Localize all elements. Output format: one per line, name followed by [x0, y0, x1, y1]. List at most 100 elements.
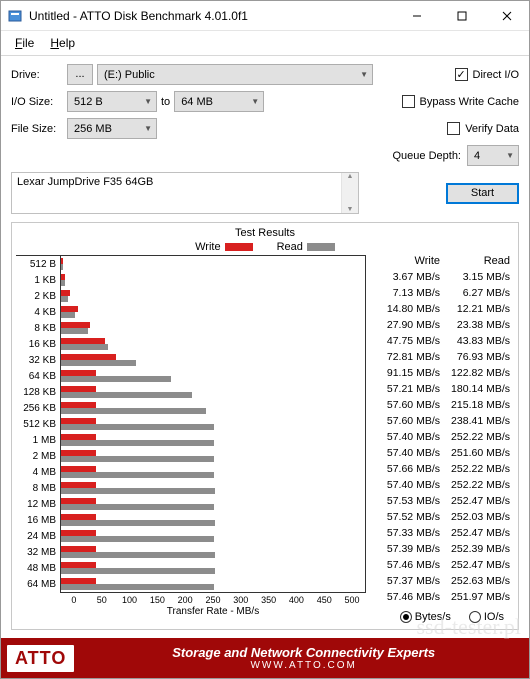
value-row: 57.60 MB/s215.18 MB/s — [366, 397, 514, 413]
write-value: 72.81 MB/s — [370, 351, 440, 363]
description-scrollbar[interactable]: ▲▼ — [341, 173, 358, 213]
verify-data-checkbox[interactable] — [447, 122, 460, 135]
chevron-down-icon: ▼ — [506, 151, 514, 160]
write-value: 57.21 MB/s — [370, 383, 440, 395]
y-label: 1 KB — [16, 275, 60, 286]
label-io-size: I/O Size: — [11, 96, 67, 108]
start-button[interactable]: Start — [446, 183, 519, 204]
value-row: 57.60 MB/s238.41 MB/s — [366, 413, 514, 429]
read-value: 252.47 MB/s — [440, 495, 510, 507]
file-size-value: 256 MB — [74, 123, 112, 135]
row-description: Lexar JumpDrive F35 64GB ▲▼ Start — [11, 172, 519, 214]
atto-logo: ATTO — [7, 645, 74, 672]
footer-text: Storage and Network Connectivity Experts… — [84, 645, 523, 671]
results-panel: Test Results Write Read 512 B1 KB2 KB4 K… — [11, 222, 519, 630]
chart-row: 4 MB — [16, 464, 365, 480]
header-read: Read — [440, 255, 510, 267]
y-label: 64 KB — [16, 371, 60, 382]
value-row: 27.90 MB/s23.38 MB/s — [366, 317, 514, 333]
values-rows: 3.67 MB/s3.15 MB/s7.13 MB/s6.27 MB/s14.8… — [366, 269, 514, 605]
queue-depth-select[interactable]: 4 ▼ — [467, 145, 519, 166]
minimize-button[interactable] — [394, 1, 439, 30]
chart-row: 16 KB — [16, 336, 365, 352]
y-label: 256 KB — [16, 403, 60, 414]
read-bar — [61, 312, 75, 318]
menubar: File Help — [1, 31, 529, 56]
value-row: 7.13 MB/s6.27 MB/s — [366, 285, 514, 301]
file-size-select[interactable]: 256 MB ▼ — [67, 118, 157, 139]
value-row: 57.66 MB/s252.22 MB/s — [366, 461, 514, 477]
chart-row: 512 B — [16, 256, 365, 272]
y-label: 4 KB — [16, 307, 60, 318]
drive-browse-button[interactable]: ... — [67, 64, 93, 85]
x-tick: 0 — [60, 593, 88, 605]
read-value: 252.22 MB/s — [440, 463, 510, 475]
content-area: Drive: ... (E:) Public ▼ Direct I/O I/O … — [1, 56, 529, 634]
io-min-value: 512 B — [74, 96, 103, 108]
x-tick: 450 — [310, 593, 338, 605]
bars — [60, 272, 365, 288]
value-row: 57.39 MB/s252.39 MB/s — [366, 541, 514, 557]
menu-help[interactable]: Help — [42, 33, 83, 53]
bars — [60, 384, 365, 400]
label-direct-io: Direct I/O — [473, 69, 519, 81]
value-row: 57.46 MB/s252.47 MB/s — [366, 557, 514, 573]
y-label: 24 MB — [16, 531, 60, 542]
read-bar — [61, 424, 214, 430]
read-value: 12.21 MB/s — [440, 303, 510, 315]
footer: ATTO Storage and Network Connectivity Ex… — [1, 638, 529, 678]
maximize-button[interactable] — [439, 1, 484, 30]
write-value: 3.67 MB/s — [370, 271, 440, 283]
description-box[interactable]: Lexar JumpDrive F35 64GB ▲▼ — [11, 172, 359, 214]
chart-row: 32 MB — [16, 544, 365, 560]
chart-x-label: Transfer Rate - MB/s — [60, 606, 366, 617]
row-file-size: File Size: 256 MB ▼ Verify Data — [11, 118, 519, 139]
y-label: 128 KB — [16, 387, 60, 398]
queue-depth-value: 4 — [474, 150, 480, 162]
close-button[interactable] — [484, 1, 529, 30]
y-label: 8 KB — [16, 323, 60, 334]
io-max-select[interactable]: 64 MB ▼ — [174, 91, 264, 112]
read-value: 251.60 MB/s — [440, 447, 510, 459]
bars — [60, 512, 365, 528]
read-bar — [61, 344, 108, 350]
read-bar — [61, 280, 65, 286]
y-label: 2 KB — [16, 291, 60, 302]
radio-ios[interactable]: IO/s — [469, 611, 504, 623]
write-value: 27.90 MB/s — [370, 319, 440, 331]
write-value: 57.60 MB/s — [370, 415, 440, 427]
write-value: 57.40 MB/s — [370, 447, 440, 459]
read-value: 251.97 MB/s — [440, 591, 510, 603]
value-row: 57.40 MB/s252.22 MB/s — [366, 477, 514, 493]
drive-select[interactable]: (E:) Public ▼ — [97, 64, 373, 85]
y-label: 16 KB — [16, 339, 60, 350]
row-drive: Drive: ... (E:) Public ▼ Direct I/O — [11, 64, 519, 85]
label-drive: Drive: — [11, 69, 67, 81]
write-value: 57.39 MB/s — [370, 543, 440, 555]
io-min-select[interactable]: 512 B ▼ — [67, 91, 157, 112]
read-bar — [61, 472, 214, 478]
read-value: 252.22 MB/s — [440, 431, 510, 443]
chart-row: 8 MB — [16, 480, 365, 496]
read-bar — [61, 328, 88, 334]
radio-bytes[interactable]: Bytes/s — [400, 611, 451, 623]
io-max-value: 64 MB — [181, 96, 213, 108]
results-body: 512 B1 KB2 KB4 KB8 KB16 KB32 KB64 KB128 … — [16, 255, 514, 623]
read-value: 252.03 MB/s — [440, 511, 510, 523]
label-queue-depth: Queue Depth: — [393, 150, 462, 162]
write-value: 57.46 MB/s — [370, 559, 440, 571]
chevron-down-icon: ▼ — [144, 124, 152, 133]
chart-row: 2 MB — [16, 448, 365, 464]
direct-io-checkbox[interactable] — [455, 68, 468, 81]
bypass-cache-checkbox[interactable] — [402, 95, 415, 108]
value-row: 91.15 MB/s122.82 MB/s — [366, 365, 514, 381]
chart-row: 64 KB — [16, 368, 365, 384]
write-value: 57.66 MB/s — [370, 463, 440, 475]
read-bar — [61, 456, 214, 462]
menu-file[interactable]: File — [7, 33, 42, 53]
x-tick: 50 — [88, 593, 116, 605]
bars — [60, 496, 365, 512]
read-value: 3.15 MB/s — [440, 271, 510, 283]
read-bar — [61, 568, 215, 574]
read-bar — [61, 504, 214, 510]
